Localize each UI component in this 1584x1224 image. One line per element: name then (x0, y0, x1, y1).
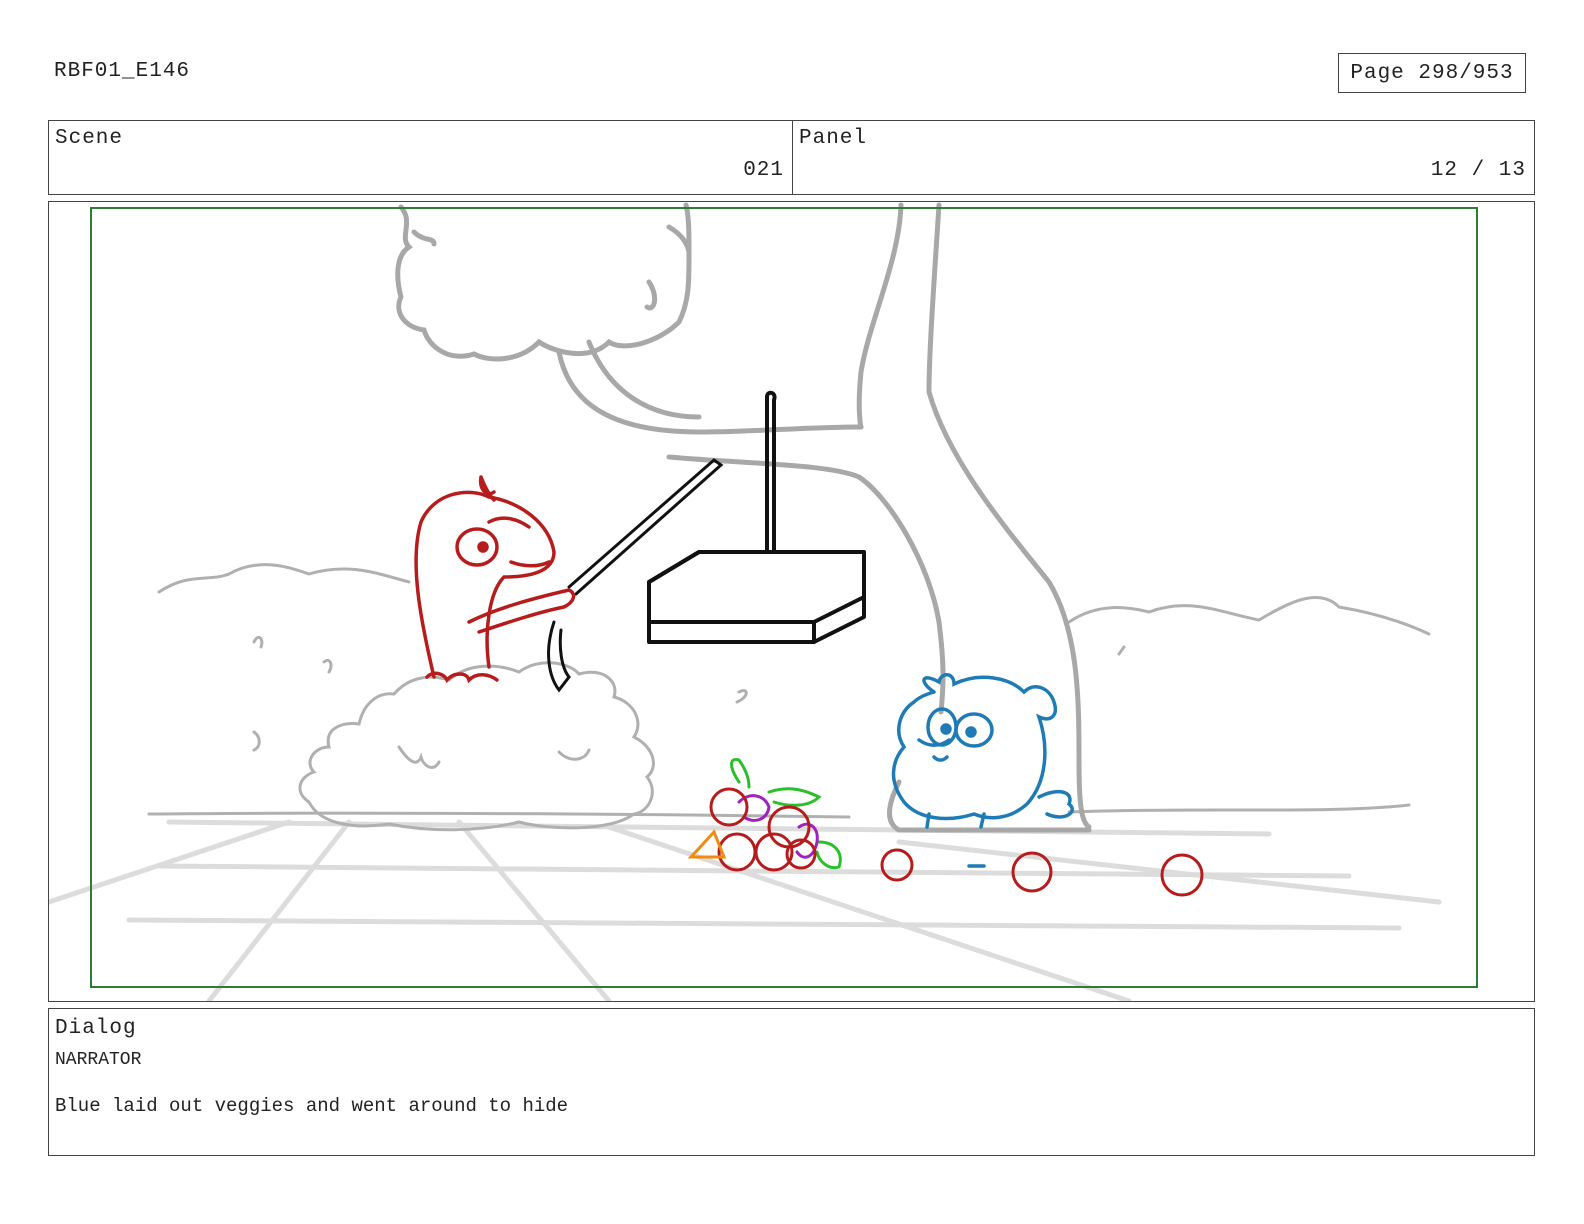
background-bushes (147, 563, 1431, 819)
scene-label: Scene (55, 127, 124, 150)
blue-bird-icon (891, 673, 1074, 868)
trap-stick (547, 458, 724, 693)
dialog-label: Dialog (55, 1017, 137, 1040)
panel-cell: Panel 12 / 13 (793, 121, 1534, 194)
page-counter: Page 298/953 (1338, 53, 1526, 93)
scene-number: 021 (743, 159, 784, 182)
storyboard-sketch (49, 202, 1478, 1001)
front-bush (252, 661, 655, 832)
panel-number: 12 / 13 (1430, 159, 1526, 182)
ground-lines (49, 819, 1442, 1001)
dialog-box: Dialog NARRATOR Blue laid out veggies an… (48, 1008, 1535, 1156)
document-id: RBF01_E146 (54, 60, 191, 83)
scene-panel-header: Scene 021 Panel 12 / 13 (48, 120, 1535, 195)
dialog-speaker: NARRATOR (55, 1050, 142, 1070)
storyboard-frame (48, 201, 1535, 1002)
dialog-line: Blue laid out veggies and went around to… (55, 1095, 569, 1117)
scene-cell: Scene 021 (49, 121, 793, 194)
panel-label: Panel (799, 127, 868, 150)
